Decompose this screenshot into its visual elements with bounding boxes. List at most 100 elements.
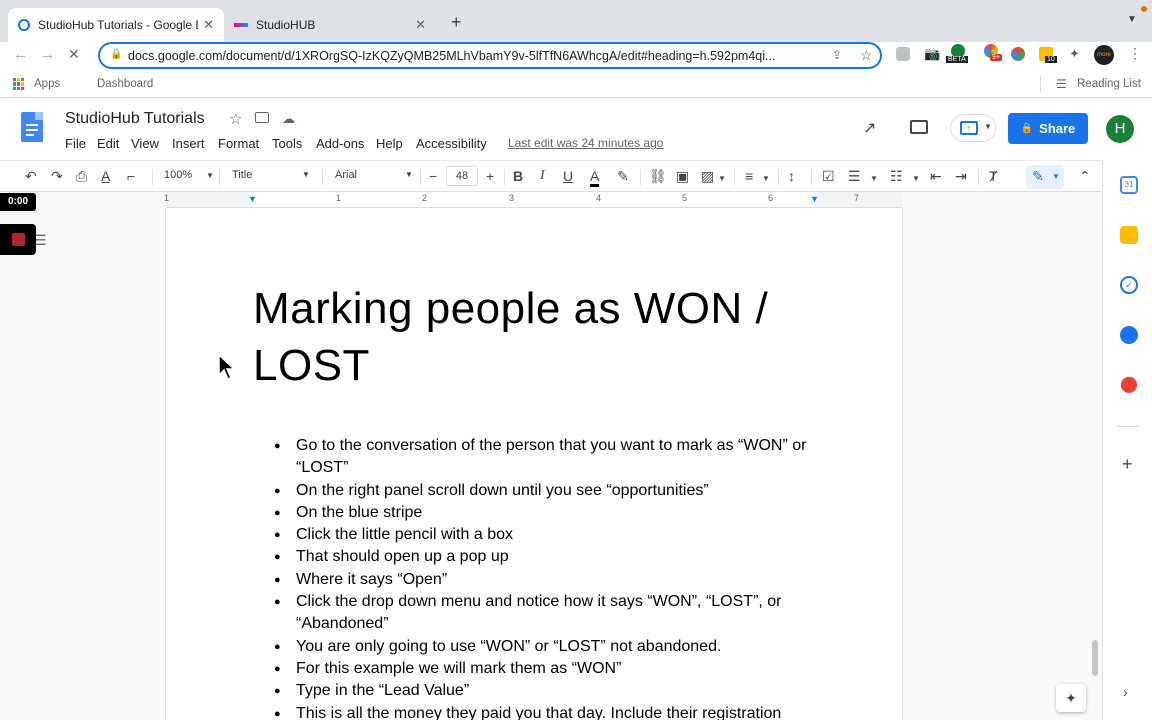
decrease-font-size-icon[interactable]: − — [429, 168, 437, 184]
show-side-panel-icon[interactable]: › — [1123, 684, 1128, 700]
browser-menu-icon[interactable]: ⋮ — [1128, 45, 1142, 62]
forward-icon[interactable]: → — [40, 46, 55, 63]
clear-formatting-icon[interactable]: Ⱦ — [989, 168, 998, 184]
list-item[interactable]: On the blue stripe — [274, 502, 836, 525]
redo-icon[interactable]: ↷ — [51, 168, 63, 184]
list-item[interactable]: That should open up a pop up — [274, 546, 836, 569]
chevron-down-icon[interactable]: ▼ — [870, 171, 878, 187]
numbered-list-icon[interactable]: ☷ — [890, 168, 903, 184]
font-select[interactable]: Arial ▼ — [335, 169, 415, 181]
get-addons-icon[interactable]: + — [1122, 454, 1133, 475]
align-left-icon[interactable]: ≡ — [745, 168, 753, 184]
bookmark-star-icon[interactable]: ☆ — [860, 47, 873, 64]
present-button[interactable]: ↑ ▼ — [950, 114, 996, 142]
paint-format-icon[interactable]: ⌐ — [127, 168, 135, 184]
right-indent-marker-icon[interactable]: ▼ — [810, 194, 819, 204]
list-item[interactable]: Type in the “Lead Value” — [274, 680, 836, 703]
last-edit-link[interactable]: Last edit was 24 minutes ago — [508, 136, 663, 150]
increase-indent-icon[interactable]: ⇥ — [955, 168, 967, 184]
tab-studiohub-tutorials[interactable]: StudioHub Tutorials - Google D ✕ — [8, 8, 224, 42]
list-item[interactable]: You are only going to use “WON” or “LOST… — [274, 636, 836, 659]
bold-icon[interactable]: B — [513, 168, 523, 184]
add-comment-icon[interactable]: ▣ — [676, 168, 689, 184]
text-color-icon[interactable]: A — [590, 168, 600, 187]
document-heading[interactable]: Marking people as WON / LOST — [253, 280, 813, 394]
increase-font-size-icon[interactable]: + — [486, 168, 494, 184]
account-avatar[interactable]: H — [1106, 115, 1134, 143]
ruler-bar[interactable]: 1 1 2 3 4 5 6 7 ▼ ▼ — [164, 192, 902, 208]
list-item[interactable]: On the right panel scroll down until you… — [274, 480, 836, 503]
font-size-input[interactable]: 48 — [446, 166, 478, 186]
bookmark-apps[interactable]: Apps — [34, 78, 60, 90]
menu-help[interactable]: Help — [376, 136, 403, 151]
left-indent-marker-icon[interactable]: ▼ — [248, 194, 257, 204]
insert-image-icon[interactable]: ▨ — [701, 168, 714, 184]
italic-icon[interactable]: I — [540, 168, 545, 184]
share-button[interactable]: 🔒 Share — [1008, 113, 1088, 144]
line-spacing-icon[interactable]: ↕ — [788, 168, 795, 184]
menu-format[interactable]: Format — [218, 136, 259, 151]
calendar-icon[interactable]: 31 — [1120, 176, 1138, 194]
tasks-extension-icon[interactable]: 10 — [1039, 45, 1061, 67]
camera-extension-icon[interactable]: 📷 — [924, 46, 940, 62]
list-item[interactable]: Where it says “Open” — [274, 569, 836, 592]
contacts-icon[interactable] — [1120, 326, 1138, 344]
zoom-select[interactable]: 100% ▼ — [164, 169, 214, 181]
activity-trend-icon[interactable]: ↗ — [863, 118, 876, 138]
chrome-extension-icon[interactable] — [1011, 47, 1025, 61]
highlight-color-icon[interactable]: ✎ — [617, 168, 629, 184]
share-page-icon[interactable]: ⇪ — [832, 48, 842, 62]
keep-icon[interactable] — [1120, 226, 1138, 244]
back-icon[interactable]: ← — [13, 46, 28, 63]
insert-link-icon[interactable]: ⛓ — [649, 168, 667, 184]
close-tab-icon[interactable]: ✕ — [203, 17, 214, 33]
print-icon[interactable]: ⎙ — [76, 168, 87, 184]
tab-studiohub[interactable]: StudioHUB ✕ — [224, 8, 436, 42]
google-docs-logo[interactable] — [21, 112, 43, 142]
colorful-extension-icon[interactable]: 9+ — [982, 44, 1004, 66]
editing-mode-button[interactable]: ✎ ▼ — [1026, 165, 1064, 189]
profile-avatar[interactable]: more — [1094, 45, 1114, 65]
document-title[interactable]: StudioHub Tutorials — [65, 110, 205, 128]
lock-icon[interactable]: 🔒 — [110, 49, 122, 60]
explore-icon[interactable]: ✦ — [1056, 684, 1086, 712]
paragraph-style-select[interactable]: Title ▼ — [232, 169, 312, 181]
recorder-stop-button[interactable] — [0, 224, 36, 255]
puzzle-extensions-icon[interactable]: ✦ — [1069, 46, 1080, 62]
undo-icon[interactable]: ↶ — [25, 168, 37, 184]
decrease-indent-icon[interactable]: ⇤ — [930, 168, 942, 184]
tab-search-icon[interactable]: ▼ — [1127, 14, 1137, 25]
list-item[interactable]: For this example we will mark them as “W… — [274, 658, 836, 681]
bookmark-dashboard[interactable]: Dashboard — [97, 78, 153, 90]
menu-view[interactable]: View — [131, 136, 159, 151]
chevron-down-icon[interactable]: ▼ — [912, 171, 920, 187]
close-tab-icon[interactable]: ✕ — [415, 17, 426, 33]
address-bar[interactable]: 🔒 docs.google.com/document/d/1XROrgSQ-Iz… — [98, 42, 882, 69]
document-page[interactable]: Marking people as WON / LOST Go to the c… — [166, 208, 902, 720]
maps-icon[interactable]: ⬤ — [1120, 376, 1138, 394]
list-item[interactable]: Go to the conversation of the person tha… — [274, 435, 836, 480]
menu-addons[interactable]: Add-ons — [316, 136, 364, 151]
chevron-down-icon[interactable]: ▼ — [718, 171, 726, 187]
bulleted-list-icon[interactable]: ☰ — [848, 168, 861, 184]
checklist-icon[interactable]: ☑ — [822, 168, 835, 184]
spellcheck-icon[interactable]: A̲ — [101, 168, 110, 184]
chevron-down-icon[interactable]: ▼ — [762, 171, 770, 187]
beta-extension-icon[interactable]: BETA — [946, 44, 972, 64]
menu-file[interactable]: File — [65, 136, 86, 151]
list-item[interactable]: This is all the money they paid you that… — [274, 703, 836, 720]
reading-list-button[interactable]: Reading List — [1077, 78, 1141, 90]
cloud-status-icon[interactable]: ☁ — [282, 111, 295, 127]
menu-accessibility[interactable]: Accessibility — [416, 136, 487, 151]
list-item[interactable]: Click the little pencil with a box — [274, 524, 836, 547]
menu-tools[interactable]: Tools — [272, 136, 302, 151]
star-icon[interactable]: ☆ — [229, 110, 242, 128]
hide-menus-icon[interactable]: ⌃ — [1079, 168, 1091, 184]
new-tab-button[interactable]: + — [451, 12, 462, 33]
menu-edit[interactable]: Edit — [97, 136, 119, 151]
vertical-scrollbar[interactable] — [1092, 640, 1098, 676]
menu-insert[interactable]: Insert — [172, 136, 205, 151]
devtools-extension-icon[interactable] — [896, 47, 910, 61]
move-folder-icon[interactable] — [255, 112, 269, 123]
list-item[interactable]: Click the drop down menu and notice how … — [274, 591, 836, 636]
